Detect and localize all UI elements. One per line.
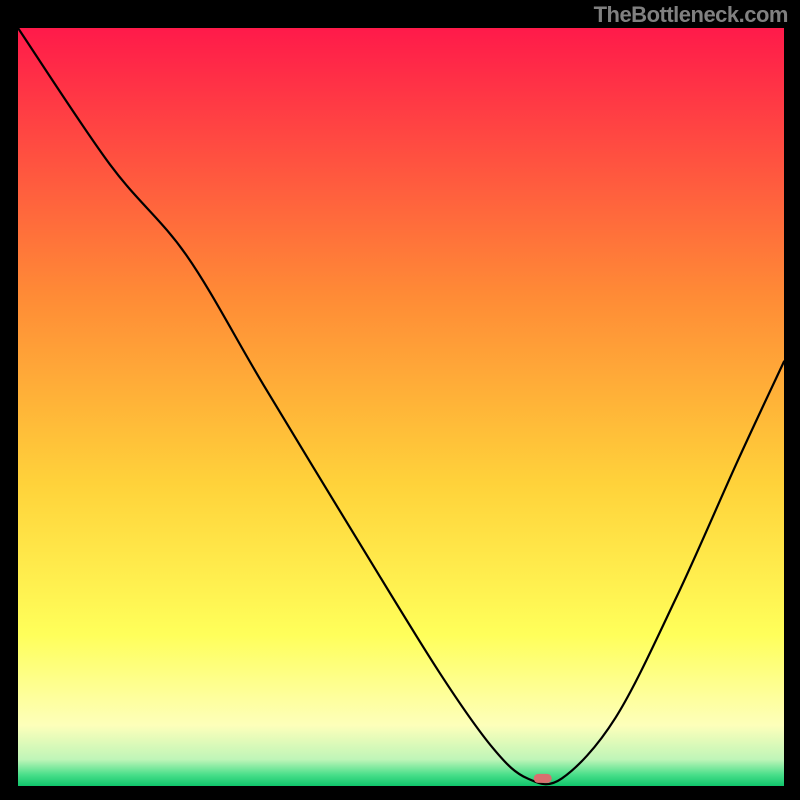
- chart-svg: [18, 28, 784, 786]
- chart-plot-area: [18, 28, 784, 786]
- chart-background: [18, 28, 784, 786]
- optimal-marker: [534, 774, 552, 783]
- watermark-text: TheBottleneck.com: [594, 2, 788, 28]
